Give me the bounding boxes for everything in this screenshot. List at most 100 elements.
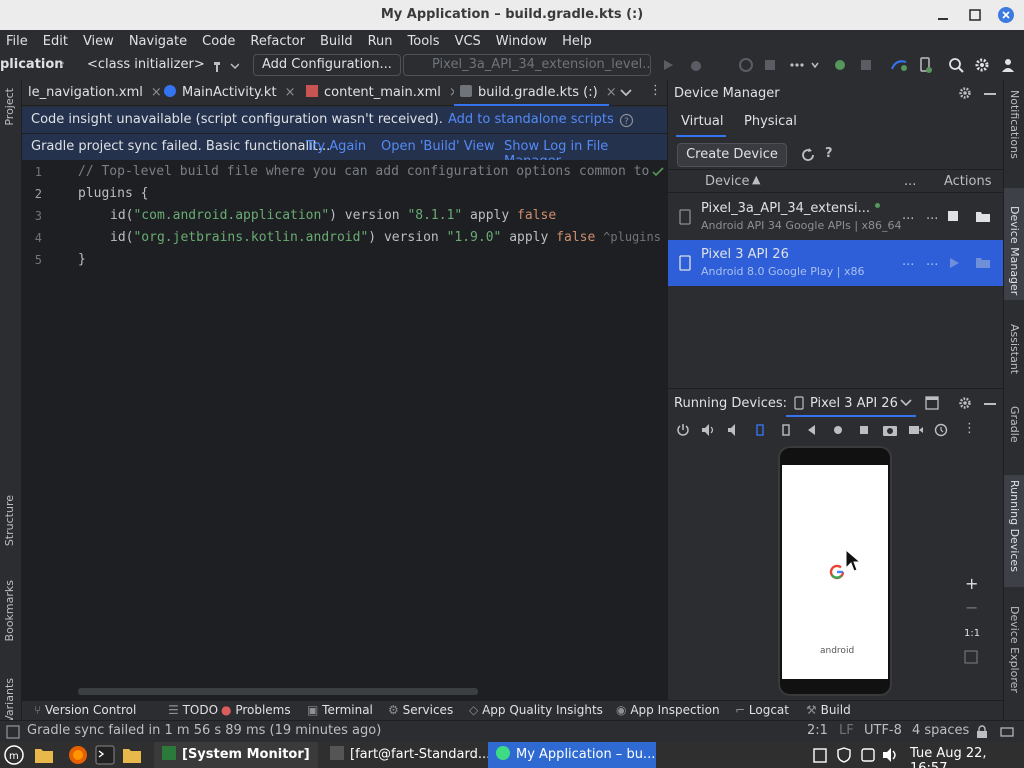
tab-virtual[interactable]: Virtual [681,114,723,129]
tool-version-control[interactable]: ⑂ Version Control [34,703,136,717]
snapshot-history-icon[interactable] [934,423,948,437]
menu-edit[interactable]: Edit [43,34,68,49]
tool-logcat[interactable]: ⌐ Logcat [735,703,789,717]
task-android-studio[interactable]: My Application – bu... [488,742,656,768]
power-icon[interactable] [676,423,690,437]
device-manager-toolbar-icon[interactable] [917,57,933,73]
device-more-icon[interactable]: ... [902,208,914,223]
tool-services[interactable]: ⚙ Services [388,703,453,717]
terminal-icon[interactable] [95,745,115,765]
line-separator[interactable]: LF [839,723,854,738]
tool-notifications[interactable]: Notifications [1008,90,1021,159]
zoom-fit-icon[interactable] [964,650,978,664]
task-terminal[interactable]: [fart@fart-Standard... [322,742,498,768]
tool-structure[interactable]: Structure [3,495,16,546]
column-device-header[interactable]: Device [705,174,749,189]
back-icon[interactable] [806,424,818,436]
lock-icon[interactable] [976,725,988,739]
menu-tools[interactable]: Tools [408,34,440,49]
profile-icon[interactable] [762,57,778,73]
mint-menu-icon[interactable]: m [4,745,24,765]
maximize-icon[interactable] [966,6,984,24]
launch-device-icon[interactable] [948,257,960,269]
device-row-pixel3a[interactable]: Pixel_3a_API_34_extensi... Android API 3… [668,194,1004,240]
help-icon[interactable]: ? [619,113,634,128]
tool-problems[interactable]: ● Problems [221,703,291,717]
hide-running-devices-icon[interactable] [984,402,996,406]
running-device-tab[interactable]: Pixel 3 API 26 [786,389,916,417]
stop-icon[interactable] [858,57,874,73]
indent-setting[interactable]: 4 spaces [912,723,969,738]
run-icon[interactable] [661,58,675,72]
menu-build[interactable]: Build [320,34,353,49]
debug-icon[interactable] [688,57,704,73]
volume-down-icon[interactable] [727,423,743,437]
menu-navigate[interactable]: Navigate [129,34,187,49]
memory-indicator-icon[interactable] [1000,725,1014,739]
column-more-header[interactable]: ... [904,174,916,189]
task-system-monitor[interactable]: [System Monitor] [154,742,318,768]
tool-device-explorer[interactable]: Device Explorer [1008,606,1021,693]
tab-le-navigation[interactable]: le_navigation.xml × [22,80,168,106]
code-editor[interactable]: // Top-level build file where you can ad… [72,160,667,700]
menu-run[interactable]: Run [368,34,393,49]
menu-view[interactable]: View [83,34,114,49]
account-icon[interactable] [1000,57,1016,73]
home-folder-icon[interactable] [122,746,142,764]
caret-position[interactable]: 2:1 [807,723,828,738]
rotate-left-icon[interactable] [753,423,767,437]
add-configuration-button[interactable]: Add Configuration... [253,54,401,76]
menu-file[interactable]: File [6,34,28,49]
close-icon[interactable] [997,6,1015,24]
more-run-options-icon[interactable] [788,57,820,73]
tab-content-main[interactable]: content_main.xml× [300,80,466,106]
project-breadcrumb[interactable]: plication [0,57,64,72]
rotate-right-icon[interactable] [779,423,793,437]
tool-app-quality-insights[interactable]: ◇ App Quality Insights [469,703,603,717]
clock[interactable]: Tue Aug 22, 16:57 [910,746,1024,768]
file-encoding[interactable]: UTF-8 [864,723,902,738]
tool-build[interactable]: ⚒ Build [806,703,851,717]
zoom-actual-size[interactable]: 1:1 [964,628,980,639]
apply-changes-icon[interactable] [738,57,754,73]
device-more-icon[interactable]: ... [926,208,938,223]
tool-gradle[interactable]: Gradle [1008,406,1021,443]
menu-help[interactable]: Help [562,34,592,49]
hide-panel-minimize-icon[interactable] [984,92,996,96]
chevron-down-icon[interactable] [900,398,912,408]
tool-app-inspection[interactable]: ◉ App Inspection [616,703,720,717]
hammer-icon[interactable] [211,58,239,74]
status-message-icon[interactable] [6,725,20,739]
running-devices-gear-icon[interactable] [958,396,972,410]
create-device-button[interactable]: Create Device [677,143,787,167]
menu-code[interactable]: Code [202,34,235,49]
zoom-out-icon[interactable]: − [965,598,978,617]
open-folder-icon[interactable] [976,256,990,268]
tool-device-manager[interactable]: Device Manager [1008,206,1021,295]
overview-icon[interactable] [858,424,870,436]
horizontal-scrollbar[interactable] [78,688,478,695]
add-standalone-scripts-link[interactable]: Add to standalone scripts [448,112,614,127]
menu-vcs[interactable]: VCS [455,34,481,49]
files-folder-icon[interactable] [34,746,54,764]
stop-device-icon[interactable] [948,211,958,221]
network-icon[interactable] [860,747,876,763]
tabs-more-icon[interactable]: ⋮ [649,83,662,98]
tabs-dropdown-chevron-down-icon[interactable] [619,87,633,99]
device-more-icon[interactable]: ... [902,254,914,269]
tab-close-icon[interactable]: × [606,85,617,100]
tool-bookmarks[interactable]: Bookmarks [3,580,16,641]
tab-close-icon[interactable]: × [285,85,296,100]
emulator-phone[interactable]: android [778,446,892,696]
search-icon[interactable] [948,57,964,73]
panel-settings-gear-icon[interactable] [958,86,972,100]
screen-record-icon[interactable] [908,423,924,437]
emulator-more-icon[interactable]: ⋮ [963,421,976,436]
class-breadcrumb[interactable]: <class initializer> [87,57,205,72]
tool-running-devices[interactable]: Running Devices [1008,480,1021,572]
status-message[interactable]: Gradle sync failed in 1 m 56 s 89 ms (19… [27,723,381,738]
menu-window[interactable]: Window [496,34,547,49]
tool-todo[interactable]: ☰ TODO [168,703,218,717]
device-more-icon[interactable]: ... [926,254,938,269]
window-layout-icon[interactable] [925,396,939,410]
